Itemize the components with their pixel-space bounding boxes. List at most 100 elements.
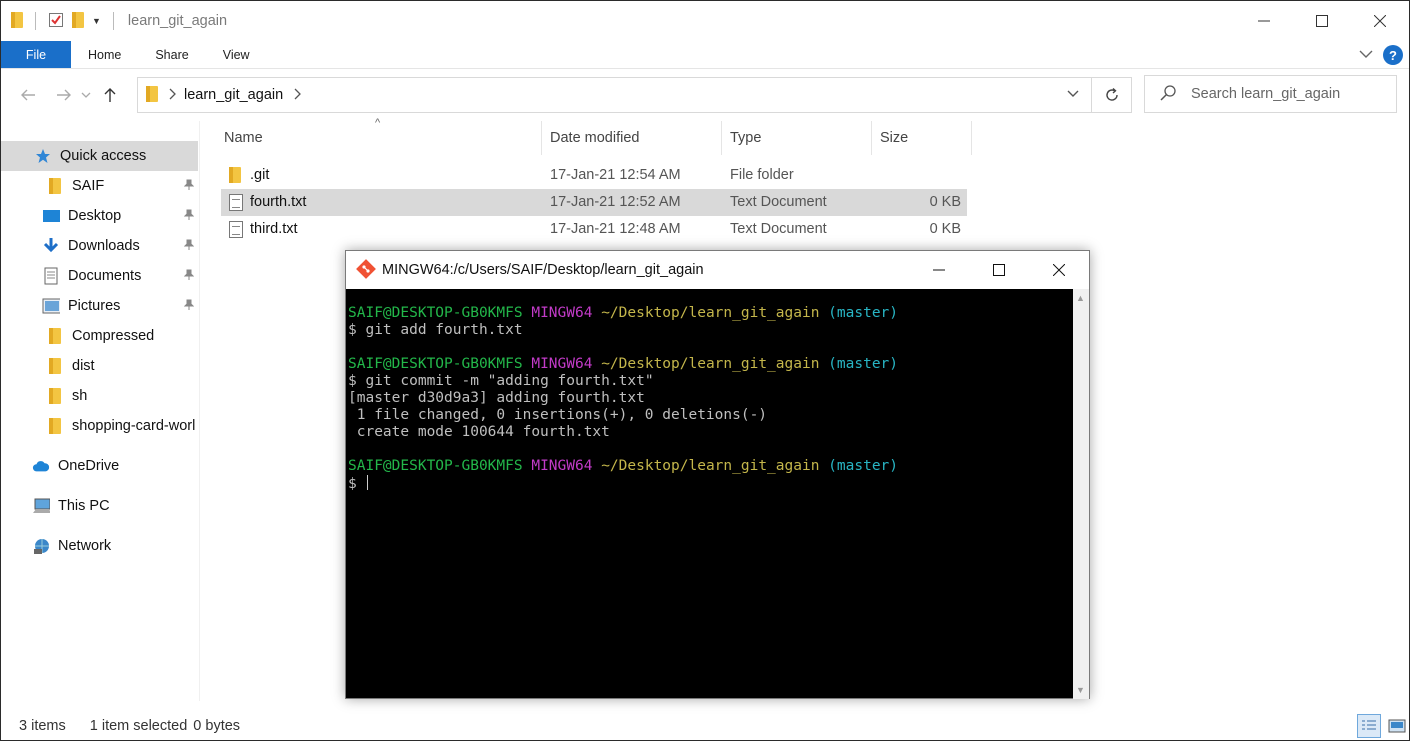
maximize-button[interactable] xyxy=(1293,1,1351,41)
back-button[interactable] xyxy=(13,80,43,110)
terminal-scrollbar[interactable]: ▲ ▼ xyxy=(1073,289,1089,699)
folder-icon xyxy=(11,11,23,31)
terminal-maximize-button[interactable] xyxy=(969,251,1029,289)
terminal-window[interactable]: MINGW64:/c/Users/SAIF/Desktop/learn_git_… xyxy=(345,250,1090,699)
sidebar-item-onedrive[interactable]: OneDrive xyxy=(1,451,198,481)
sidebar-item-label: Pictures xyxy=(68,298,121,314)
sidebar-item-label: Quick access xyxy=(60,148,147,164)
toolbar-divider xyxy=(112,12,114,30)
sidebar-item-desktop[interactable]: Desktop xyxy=(1,201,198,231)
address-bar[interactable]: learn_git_again xyxy=(137,77,1092,113)
customize-toolbar-icon[interactable]: ▼ xyxy=(92,16,101,26)
prompt-branch: (master) xyxy=(828,356,899,372)
sidebar-item-dist[interactable]: dist xyxy=(1,351,198,381)
tab-file[interactable]: File xyxy=(1,41,71,68)
star-icon xyxy=(34,148,52,164)
prompt-symbol: $ xyxy=(348,476,357,492)
window-controls xyxy=(1235,1,1409,41)
address-dropdown-icon[interactable] xyxy=(1067,87,1079,101)
close-button[interactable] xyxy=(1351,1,1409,41)
column-header-type[interactable]: Type xyxy=(722,121,872,155)
pin-icon[interactable] xyxy=(183,209,195,224)
toolbar-divider xyxy=(35,12,36,30)
tab-share[interactable]: Share xyxy=(138,41,205,68)
prompt-user: SAIF@DESKTOP-GB0KMFS xyxy=(348,305,523,321)
sidebar-item-compressed[interactable]: Compressed xyxy=(1,321,198,351)
prompt-path: ~/Desktop/learn_git_again xyxy=(601,356,820,372)
folder-icon xyxy=(46,328,64,344)
prompt-env: MINGW64 xyxy=(531,458,593,474)
input-line[interactable]: $ xyxy=(348,475,1075,493)
file-date: 17-Jan-21 12:48 AM xyxy=(550,221,681,237)
file-name: .git xyxy=(250,167,270,183)
tab-home[interactable]: Home xyxy=(71,41,138,68)
terminal-close-button[interactable] xyxy=(1029,251,1089,289)
sidebar-item-saif[interactable]: SAIF xyxy=(1,171,198,201)
sidebar-item-quick-access[interactable]: Quick access xyxy=(1,141,198,171)
chevron-right-icon[interactable] xyxy=(293,88,302,103)
recent-locations-button[interactable] xyxy=(79,80,93,110)
folder-icon xyxy=(46,388,64,404)
sidebar-item-network[interactable]: Network xyxy=(1,531,198,561)
search-input[interactable] xyxy=(1191,86,1381,102)
file-row-fourth-txt[interactable]: fourth.txt 17-Jan-21 12:52 AM Text Docum… xyxy=(221,189,967,216)
documents-icon xyxy=(42,267,60,285)
details-view-icon[interactable] xyxy=(1357,714,1381,738)
tab-view[interactable]: View xyxy=(206,41,267,68)
command-line: $ git add fourth.txt xyxy=(348,322,1075,339)
terminal-window-controls xyxy=(909,251,1089,289)
text-file-icon xyxy=(229,194,243,215)
file-type: Text Document xyxy=(730,221,827,237)
pin-icon[interactable] xyxy=(183,179,195,194)
prompt-line: SAIF@DESKTOP-GB0KMFS MINGW64 ~/Desktop/l… xyxy=(348,458,1075,475)
file-row-third-txt[interactable]: third.txt 17-Jan-21 12:48 AM Text Docume… xyxy=(221,216,967,243)
pin-icon[interactable] xyxy=(183,299,195,314)
pin-icon[interactable] xyxy=(183,269,195,284)
file-row-git[interactable]: .git 17-Jan-21 12:54 AM File folder xyxy=(221,162,967,189)
terminal-output[interactable]: SAIF@DESKTOP-GB0KMFS MINGW64 ~/Desktop/l… xyxy=(346,289,1075,699)
large-icons-view-icon[interactable] xyxy=(1385,714,1409,738)
chevron-right-icon[interactable] xyxy=(168,88,176,103)
file-name: third.txt xyxy=(250,221,298,237)
column-header-label: Size xyxy=(880,130,909,146)
column-header-name[interactable]: ^ Name xyxy=(200,117,542,155)
terminal-minimize-button[interactable] xyxy=(909,251,969,289)
sidebar-item-pictures[interactable]: Pictures xyxy=(1,291,198,321)
file-size: 0 KB xyxy=(929,221,961,237)
up-button[interactable] xyxy=(95,80,125,110)
search-box xyxy=(1144,75,1397,113)
sidebar-item-downloads[interactable]: Downloads xyxy=(1,231,198,261)
column-header-date-modified[interactable]: Date modified xyxy=(542,121,722,155)
output-line: [master d30d9a3] adding fourth.txt xyxy=(348,390,645,406)
command-text: git add fourth.txt xyxy=(365,322,523,338)
forward-button[interactable] xyxy=(49,80,79,110)
pictures-icon xyxy=(42,298,60,314)
network-icon xyxy=(32,538,50,554)
refresh-button[interactable] xyxy=(1092,77,1132,113)
sidebar-item-this-pc[interactable]: This PC xyxy=(1,491,198,521)
sidebar-item-sh[interactable]: sh xyxy=(1,381,198,411)
properties-icon[interactable] xyxy=(48,12,64,31)
terminal-title-bar[interactable]: MINGW64:/c/Users/SAIF/Desktop/learn_git_… xyxy=(346,251,1089,289)
scroll-up-icon[interactable]: ▲ xyxy=(1076,293,1085,303)
breadcrumb-learn-git-again[interactable]: learn_git_again xyxy=(184,87,283,103)
minimize-button[interactable] xyxy=(1235,1,1293,41)
file-size: 0 KB xyxy=(929,194,961,210)
prompt-user: SAIF@DESKTOP-GB0KMFS xyxy=(348,356,523,372)
column-header-size[interactable]: Size xyxy=(872,121,972,155)
help-icon[interactable]: ? xyxy=(1383,45,1403,65)
status-bar: 3 items 1 item selected 0 bytes xyxy=(1,712,1409,740)
scroll-down-icon[interactable]: ▼ xyxy=(1076,685,1085,695)
desktop-icon xyxy=(42,208,60,224)
pin-icon[interactable] xyxy=(183,239,195,254)
output-line: create mode 100644 fourth.txt xyxy=(348,424,610,440)
sidebar-item-label: Documents xyxy=(68,268,142,284)
folder-icon xyxy=(46,178,64,194)
expand-ribbon-icon[interactable] xyxy=(1359,48,1373,62)
prompt-symbol: $ xyxy=(348,322,357,338)
prompt-symbol: $ xyxy=(348,373,357,389)
sidebar-item-documents[interactable]: Documents xyxy=(1,261,198,291)
new-folder-icon[interactable] xyxy=(72,11,84,31)
terminal-title: MINGW64:/c/Users/SAIF/Desktop/learn_git_… xyxy=(382,262,704,278)
sidebar-item-shopping-card[interactable]: shopping-card-worl xyxy=(1,411,198,441)
